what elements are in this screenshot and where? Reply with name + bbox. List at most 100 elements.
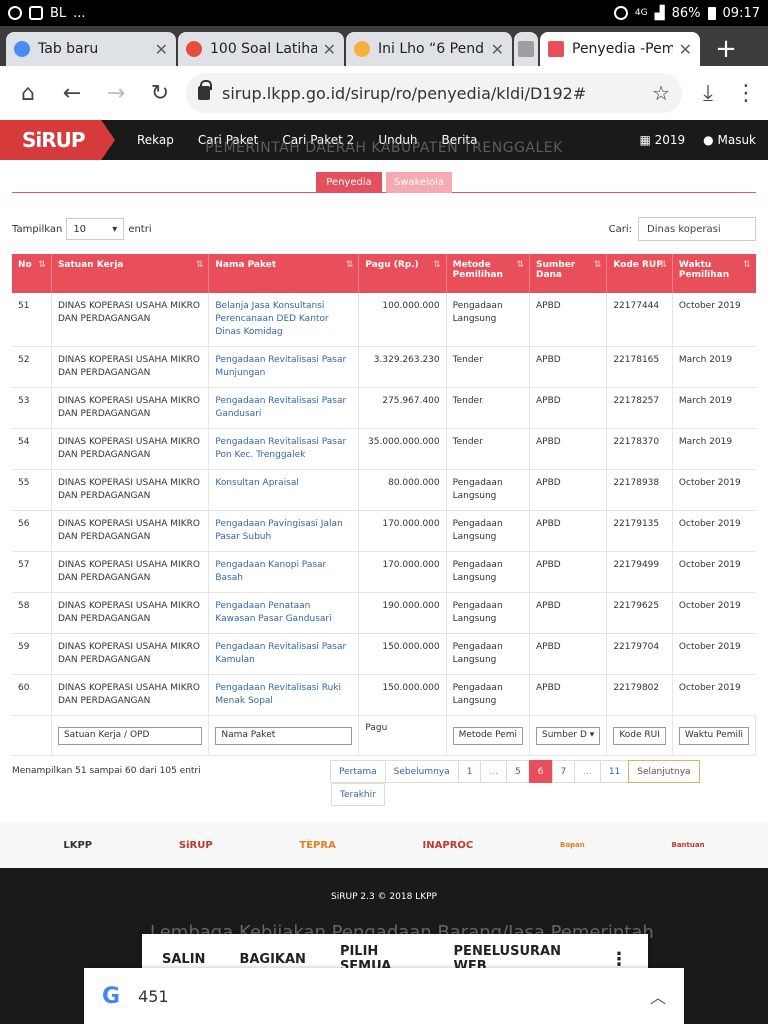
- cell-kode-rup: 22178257: [606, 387, 673, 429]
- cell-sumber-dana: APBD: [529, 510, 608, 552]
- status-bar: BL ... 4G ▟ 86% 09:17: [0, 0, 768, 26]
- cell-no: 58: [12, 592, 52, 634]
- forward-icon[interactable]: →: [98, 75, 134, 111]
- filter-satker-input[interactable]: Satuan Kerja / OPD: [57, 726, 203, 745]
- bookmark-star-icon[interactable]: ☆: [652, 81, 670, 105]
- copy-button[interactable]: SALIN: [162, 952, 205, 967]
- network-type: 4G: [634, 8, 648, 18]
- battery-icon: [707, 6, 716, 20]
- cell-nama-paket[interactable]: Pengadaan Revitalisasi Pasar Gandusari: [208, 387, 360, 429]
- col-waktu[interactable]: Waktu Pemilihan ⇅: [672, 254, 756, 293]
- cell-waktu: October 2019: [672, 592, 756, 634]
- filter-kode-input[interactable]: Kode RUI: [613, 726, 666, 745]
- sort-icon: ⇅: [593, 260, 602, 270]
- page-5[interactable]: 5: [506, 760, 530, 783]
- page-11[interactable]: 11: [599, 760, 630, 783]
- url-text[interactable]: sirup.lkpp.go.id/sirup/ro/penyedia/kldi/…: [222, 84, 646, 103]
- search-input[interactable]: [638, 217, 756, 241]
- share-button[interactable]: BAGIKAN: [239, 952, 306, 967]
- col-metode[interactable]: Metode Pemilihan ⇅: [446, 254, 530, 293]
- cell-sumber-dana: APBD: [529, 633, 608, 675]
- close-icon[interactable]: ✕: [491, 40, 504, 59]
- browser-tab-active[interactable]: Penyedia -Pemer ✕: [540, 32, 700, 66]
- status-left-text: BL: [50, 5, 67, 21]
- page-first[interactable]: Pertama: [330, 760, 386, 783]
- filter-metode-input[interactable]: Metode Pemi: [452, 726, 523, 745]
- close-icon[interactable]: ✕: [155, 40, 168, 59]
- cell-sumber-dana: APBD: [529, 293, 608, 347]
- cell-nama-paket[interactable]: Pengadaan Revitalisasi Pasar Munjungan: [208, 346, 360, 388]
- back-icon[interactable]: ←: [54, 75, 90, 111]
- alarm-icon: [613, 6, 628, 20]
- browser-tab-3[interactable]: Ini Lho “6 Pending ✕: [346, 32, 512, 66]
- col-satuan-kerja[interactable]: Satuan Kerja ⇅: [51, 254, 210, 293]
- cell-nama-paket[interactable]: Belanja Jasa Konsultansi Perencanaan DED…: [208, 293, 360, 347]
- table-row: 57 DINAS KOPERASI USAHA MIKRO DAN PERDAGA…: [12, 551, 756, 593]
- cell-pagu: 80.000.000: [358, 469, 447, 511]
- more-options-icon[interactable]: ⋮: [610, 949, 628, 970]
- filter-waktu-input[interactable]: Waktu Pemili: [678, 726, 749, 745]
- table-info: Menampilkan 51 sampai 60 dari 105 entri: [12, 766, 201, 776]
- browser-tab-4[interactable]: [514, 32, 538, 66]
- inaproc-logo[interactable]: INAPROC: [423, 840, 474, 851]
- tab-label: Ini Lho “6 Pending: [378, 41, 485, 57]
- cell-metode: Tender: [446, 428, 530, 470]
- browser-tab-1[interactable]: Tab baru ✕: [6, 32, 176, 66]
- new-tab-button[interactable]: +: [708, 32, 744, 66]
- page-7[interactable]: 7: [551, 760, 576, 783]
- chevron-up-icon[interactable]: ︿: [650, 984, 666, 1008]
- cell-kode-rup: 22179499: [606, 551, 673, 593]
- cell-waktu: October 2019: [672, 510, 756, 552]
- cell-nama-paket[interactable]: Pengadaan Pavingisasi Jalan Pasar Subuh: [208, 510, 360, 552]
- filter-nama-input[interactable]: Nama Paket: [215, 726, 353, 745]
- sort-icon: ⇅: [742, 260, 751, 270]
- lkpp-logo[interactable]: LKPP: [63, 840, 92, 851]
- page-next[interactable]: Selanjutnya: [628, 760, 700, 783]
- close-icon[interactable]: ✕: [679, 40, 692, 59]
- browser-toolbar: ⌂ ← → ↻ sirup.lkpp.go.id/sirup/ro/penyed…: [0, 66, 768, 120]
- show-label: Tampilkan: [12, 223, 63, 235]
- cell-waktu: October 2019: [672, 469, 756, 511]
- col-nama-paket[interactable]: Nama Paket ⇅: [208, 254, 360, 293]
- more-menu-icon[interactable]: ⋮: [734, 81, 758, 106]
- cell-no: 52: [12, 346, 52, 388]
- page-1[interactable]: 1: [457, 760, 482, 783]
- cell-metode: Pengadaan Langsung: [446, 293, 530, 347]
- home-icon[interactable]: ⌂: [10, 75, 46, 111]
- col-no[interactable]: No ⇅: [12, 254, 52, 293]
- sirup-favicon-icon: [548, 41, 564, 57]
- tepra-logo[interactable]: TEPRA: [299, 840, 335, 851]
- tab-swakelola[interactable]: Swakelola: [386, 172, 452, 193]
- cell-nama-paket[interactable]: Pengadaan Revitalisasi Ruki Menak Sopal: [208, 674, 360, 716]
- cell-sumber-dana: APBD: [529, 674, 608, 716]
- google-query[interactable]: 451: [138, 987, 650, 1006]
- download-icon[interactable]: ⤓: [690, 75, 726, 111]
- page-last[interactable]: Terakhir: [331, 783, 385, 806]
- bantuan-link[interactable]: Bantuan: [672, 841, 705, 849]
- address-bar[interactable]: sirup.lkpp.go.id/sirup/ro/penyedia/kldi/…: [186, 73, 682, 113]
- cell-metode: Tender: [446, 346, 530, 388]
- chevron-down-icon: ▾: [589, 730, 595, 740]
- cell-pagu: 35.000.000.000: [358, 428, 447, 470]
- tab-penyedia[interactable]: Penyedia: [316, 172, 382, 193]
- reload-icon[interactable]: ↻: [142, 75, 178, 111]
- google-search-bar[interactable]: G 451 ︿: [84, 968, 684, 1024]
- close-icon[interactable]: ✕: [323, 40, 336, 59]
- cell-nama-paket[interactable]: Pengadaan Revitalisasi Pasar Kamulan: [208, 633, 360, 675]
- cell-satuan-kerja: DINAS KOPERASI USAHA MIKRO DAN PERDAGANG…: [51, 551, 210, 593]
- cell-satuan-kerja: DINAS KOPERASI USAHA MIKRO DAN PERDAGANG…: [51, 633, 210, 675]
- col-sumber-dana[interactable]: Sumber Dana ⇅: [529, 254, 608, 293]
- browser-tab-2[interactable]: 100 Soal Latihan ✕: [178, 32, 344, 66]
- page-size-select[interactable]: 10 ▾: [66, 218, 125, 240]
- filter-sumber-select[interactable]: Sumber D ▾: [535, 726, 601, 745]
- cell-nama-paket[interactable]: Pengadaan Revitalisasi Pasar Pon Kec. Tr…: [208, 428, 360, 470]
- col-pagu[interactable]: Pagu (Rp.) ⇅: [358, 254, 447, 293]
- page-6-current[interactable]: 6: [528, 760, 553, 783]
- bapan-logo[interactable]: Bapan: [560, 841, 585, 849]
- cell-nama-paket[interactable]: Konsultan Apraisal: [208, 469, 360, 511]
- sirup-footer-logo[interactable]: SiRUP: [179, 840, 213, 851]
- cell-nama-paket[interactable]: Pengadaan Kanopi Pasar Basah: [208, 551, 360, 593]
- page-prev[interactable]: Sebelumnya: [384, 760, 459, 783]
- col-kode-rup[interactable]: Kode RUP ⇅: [606, 254, 673, 293]
- cell-nama-paket[interactable]: Pengadaan Penataan Kawasan Pasar Gandusa…: [208, 592, 360, 634]
